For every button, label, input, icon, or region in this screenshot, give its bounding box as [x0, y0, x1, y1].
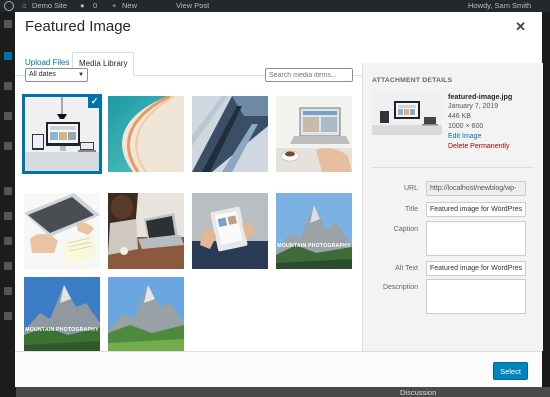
attachment-dimensions: 1000 × 600 [448, 123, 484, 130]
url-label: URL [403, 185, 418, 192]
admin-bar-view-post[interactable]: View Post [176, 1, 209, 10]
wordpress-logo-icon[interactable] [4, 1, 14, 11]
media-item-skyscraper[interactable] [192, 96, 268, 172]
pages-icon [4, 112, 12, 120]
admin-bar: ⌂ Demo Site ● 0 + New View Post Howdy, S… [0, 0, 550, 12]
dashboard-icon [4, 20, 12, 28]
collapse-icon [4, 312, 12, 320]
modal-footer: Select [15, 351, 542, 387]
plus-icon: + [112, 1, 117, 10]
date-filter-value: All dates [29, 71, 56, 78]
modal-title: Featured Image [25, 18, 131, 35]
thumbnail-caption: MOUNTAIN PHOTOGRAPHY [277, 243, 351, 249]
media-icon [4, 82, 12, 90]
admin-side-menu [0, 12, 16, 397]
thumbnail-image [24, 277, 100, 353]
thumbnail-image [192, 193, 268, 269]
users-icon [4, 237, 12, 245]
plugins-icon [4, 212, 12, 220]
media-item-hands-tablet[interactable] [192, 193, 268, 269]
thumbnail-image [276, 96, 352, 172]
home-icon: ⌂ [22, 1, 27, 10]
media-item-mountain-green[interactable] [108, 277, 184, 353]
thumbnail-image [108, 193, 184, 269]
title-field[interactable]: Featured image for WordPres [426, 202, 526, 217]
admin-bar-howdy[interactable]: Howdy, Sam Smith [468, 1, 531, 10]
alt-text-field[interactable]: Featured image for WordPres [426, 261, 526, 276]
thumbnail-image [108, 96, 184, 172]
url-field[interactable]: http://localhost/newblog/wp- [426, 181, 526, 196]
comments-icon: ● [80, 1, 85, 10]
admin-bar-site[interactable]: Demo Site [32, 1, 67, 10]
comments-menu-icon [4, 142, 12, 150]
thumbnail-image [192, 96, 268, 172]
media-item-woman-laptop[interactable] [108, 193, 184, 269]
attachment-size: 446 KB [448, 113, 471, 120]
attachment-date: January 7, 2019 [448, 103, 499, 110]
media-item-laptop-coffee[interactable] [276, 96, 352, 172]
caption-field[interactable] [426, 221, 526, 256]
description-field[interactable] [426, 279, 526, 314]
attachment-details-heading: ATTACHMENT DETAILS [372, 77, 453, 84]
tools-icon [4, 262, 12, 270]
media-modal: Featured Image ✕ Upload Files Media Libr… [15, 12, 543, 387]
title-label: Title [405, 206, 418, 213]
edit-image-link[interactable]: Edit Image [448, 133, 481, 140]
description-label: Description [382, 284, 418, 291]
thumbnail-caption: MOUNTAIN PHOTOGRAPHY [25, 327, 99, 333]
attachment-details-sidebar: ATTACHMENT DETAILS featured-image.jpg Ja… [362, 63, 543, 351]
discussion-panel-label[interactable]: Discussion [400, 388, 436, 397]
search-input[interactable] [265, 68, 353, 82]
caption-label: Caption [393, 226, 418, 233]
checkmark-icon[interactable]: ✓ [88, 96, 100, 108]
appearance-icon [4, 187, 12, 195]
alt-text-label: Alt Text [395, 265, 418, 272]
media-item-mountain-1[interactable]: MOUNTAIN PHOTOGRAPHY [276, 193, 352, 269]
thumbnail-image [24, 193, 100, 269]
admin-bar-new[interactable]: New [122, 1, 137, 10]
divider [372, 167, 534, 168]
delete-permanently-link[interactable]: Delete Permanently [448, 143, 509, 150]
attachment-thumbnail [372, 91, 442, 135]
media-item-mountain-2[interactable]: MOUNTAIN PHOTOGRAPHY [24, 277, 100, 353]
posts-icon [4, 52, 12, 60]
settings-icon [4, 287, 12, 295]
thumbnail-image [276, 193, 352, 269]
admin-bar-comments[interactable]: 0 [93, 1, 97, 10]
select-button[interactable]: Select [493, 362, 528, 380]
thumbnail-image [108, 277, 184, 353]
media-item-laptop-notebook[interactable] [24, 193, 100, 269]
chevron-down-icon: ▼ [78, 72, 84, 78]
media-item-desk-devices[interactable]: ✓ [22, 94, 102, 174]
editor-backdrop [16, 387, 550, 397]
close-icon[interactable]: ✕ [515, 19, 526, 35]
media-item-teal-curve[interactable] [108, 96, 184, 172]
date-filter-select[interactable]: All dates ▼ [25, 68, 88, 82]
attachment-filename: featured-image.jpg [448, 92, 513, 101]
